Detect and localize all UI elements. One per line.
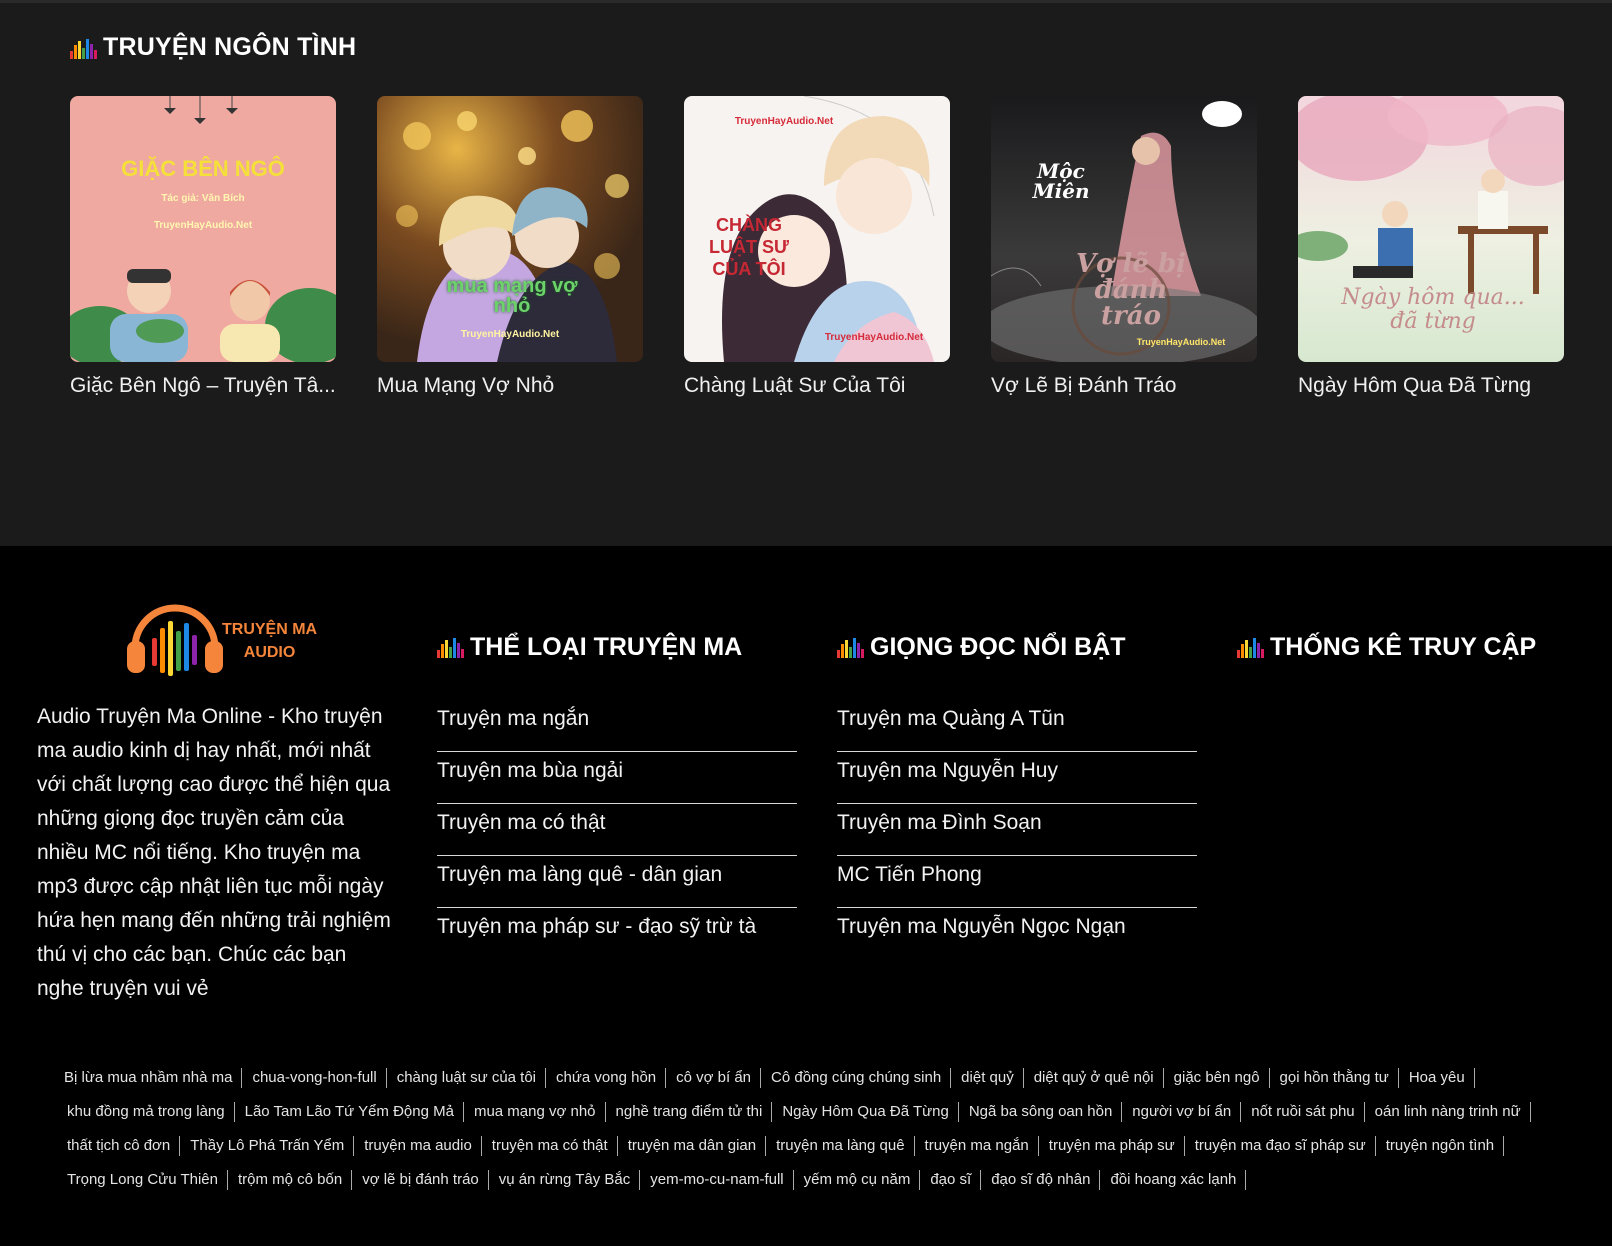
equalizer-icon bbox=[837, 636, 864, 658]
tag-link[interactable]: truyện ma đạo sĩ pháp sư bbox=[1185, 1136, 1376, 1156]
voice-link[interactable]: MC Tiến Phong bbox=[837, 856, 1197, 908]
tag-link[interactable]: truyện ma dân gian bbox=[618, 1136, 767, 1156]
tag-link[interactable]: người vợ bí ẩn bbox=[1122, 1102, 1242, 1122]
story-title[interactable]: Giặc Bên Ngô – Truyện Tâ... bbox=[70, 374, 336, 398]
tag-link[interactable]: truyện ma làng quê bbox=[766, 1136, 915, 1156]
tag-link[interactable]: vụ án rừng Tây Bắc bbox=[489, 1170, 641, 1190]
voice-list: Truyện ma Quàng A Tũn Truyện ma Nguyễn H… bbox=[837, 700, 1197, 960]
tag-link[interactable]: Cô đồng cúng chúng sinh bbox=[761, 1068, 952, 1088]
tag-cloud: Bị lừa mua nhầm nhà ma chua-vong-hon-full… bbox=[57, 1061, 1577, 1197]
tag-link[interactable]: chứa vong hồn bbox=[546, 1068, 667, 1088]
footer: TRUYỆN MA AUDIO Audio Truyện Ma Online -… bbox=[0, 546, 1612, 1246]
voice-link[interactable]: Truyện ma Đình Soạn bbox=[837, 804, 1197, 856]
genre-link[interactable]: Truyện ma ngắn bbox=[437, 700, 797, 752]
tag-link[interactable]: Thầy Lô Phá Trấn Yểm bbox=[180, 1136, 355, 1156]
tag-link[interactable]: Hoa yêu bbox=[1399, 1068, 1475, 1088]
story-title[interactable]: Mua Mạng Vợ Nhỏ bbox=[377, 374, 643, 398]
tag-link[interactable]: cô vợ bí ẩn bbox=[666, 1068, 762, 1088]
story-cover[interactable]: mua mạng vợ nhỏ TruyenHayAudio.Net bbox=[377, 96, 643, 362]
tag-link[interactable]: nốt ruồi sát phu bbox=[1241, 1102, 1365, 1122]
tag-link[interactable]: Trọng Long Cửu Thiên bbox=[57, 1170, 228, 1190]
story-title[interactable]: Ngày Hôm Qua Đã Từng bbox=[1298, 374, 1564, 398]
stats-column: THỐNG KÊ TRUY CẬP bbox=[1237, 630, 1597, 664]
tag-link[interactable]: trộm mộ cô bốn bbox=[228, 1170, 353, 1190]
story-card[interactable]: Ngày hôm qua... đã từng Ngày Hôm Qua Đã … bbox=[1298, 96, 1564, 397]
tag-link[interactable]: Ngày Hôm Qua Đã Từng bbox=[772, 1102, 959, 1122]
tag-link[interactable]: Lão Tam Lão Tứ Yểm Động Mả bbox=[235, 1102, 464, 1122]
tag-link[interactable]: truyện ma ngắn bbox=[915, 1136, 1039, 1156]
story-title[interactable]: Chàng Luật Sư Của Tôi bbox=[684, 374, 950, 398]
stats-title: THỐNG KÊ TRUY CẬP bbox=[1237, 630, 1597, 664]
tag-link[interactable]: đạo sĩ bbox=[920, 1170, 982, 1190]
voice-link[interactable]: Truyện ma Nguyễn Huy bbox=[837, 752, 1197, 804]
voice-link[interactable]: Truyện ma Quàng A Tũn bbox=[837, 700, 1197, 752]
logo-text: TRUYỆN MA AUDIO bbox=[222, 621, 318, 661]
tag-link[interactable]: vợ lẽ bị đánh tráo bbox=[352, 1170, 489, 1190]
tag-link[interactable]: truyện ma audio bbox=[354, 1136, 482, 1156]
tag-link[interactable]: yem-mo-cu-nam-full bbox=[640, 1170, 794, 1190]
genre-link[interactable]: Truyện ma pháp sư - đạo sỹ trừ tà bbox=[437, 908, 797, 960]
story-card[interactable]: mua mạng vợ nhỏ TruyenHayAudio.Net Mua M… bbox=[377, 96, 643, 397]
section-title: TRUYỆN NGÔN TÌNH bbox=[70, 33, 356, 62]
equalizer-icon bbox=[437, 636, 464, 658]
genre-link[interactable]: Truyện ma có thật bbox=[437, 804, 797, 856]
voice-link[interactable]: Truyện ma Nguyễn Ngọc Ngạn bbox=[837, 908, 1197, 960]
story-cover[interactable]: TruyenHayAudio.Net CHÀNG LUẬT SƯ CỦA TÔI… bbox=[684, 96, 950, 362]
genre-link[interactable]: Truyện ma bùa ngải bbox=[437, 752, 797, 804]
genre-list: Truyện ma ngắn Truyện ma bùa ngải Truyện… bbox=[437, 700, 797, 960]
tag-link[interactable]: oán linh nàng trinh nữ bbox=[1365, 1102, 1531, 1122]
tag-link[interactable]: mua mạng vợ nhỏ bbox=[464, 1102, 606, 1122]
voice-title: GIỌNG ĐỌC NỔI BẬT bbox=[837, 630, 1197, 664]
tag-link[interactable]: khu đồng mả trong làng bbox=[57, 1102, 235, 1122]
equalizer-icon bbox=[1237, 636, 1264, 658]
story-cover[interactable]: Mộc Miên Vợ lẽ bị đánh tráo TruyenHayAud… bbox=[991, 96, 1257, 362]
tag-link[interactable]: đồi hoang xác lạnh bbox=[1100, 1170, 1247, 1190]
tag-link[interactable]: Bị lừa mua nhầm nhà ma bbox=[57, 1068, 243, 1088]
tag-link[interactable]: thất tịch cô đơn bbox=[57, 1136, 181, 1156]
tag-link[interactable]: truyện ma có thật bbox=[482, 1136, 618, 1156]
tag-link[interactable]: nghề trang điểm tử thi bbox=[606, 1102, 773, 1122]
tag-link[interactable]: gọi hồn thằng tư bbox=[1270, 1068, 1399, 1088]
story-card[interactable]: TruyenHayAudio.Net CHÀNG LUẬT SƯ CỦA TÔI… bbox=[684, 96, 950, 397]
tag-link[interactable]: chua-vong-hon-full bbox=[242, 1068, 387, 1088]
story-title[interactable]: Vợ Lẽ Bị Đánh Tráo bbox=[991, 374, 1257, 398]
tag-link[interactable]: diệt quỷ ở quê nội bbox=[1024, 1068, 1164, 1088]
story-section: TRUYỆN NGÔN TÌNH GIẶC BÊN NGÔ Tác giả: V… bbox=[0, 0, 1612, 546]
story-cover[interactable]: GIẶC BÊN NGÔ Tác giả: Văn Bích TruyenHay… bbox=[70, 96, 336, 362]
tag-link[interactable]: yếm mộ cụ năm bbox=[794, 1170, 921, 1190]
tag-link[interactable]: truyện ma pháp sư bbox=[1039, 1136, 1185, 1156]
tag-link[interactable]: diệt quỷ bbox=[951, 1068, 1024, 1088]
voice-column: GIỌNG ĐỌC NỔI BẬT Truyện ma Quàng A Tũn … bbox=[837, 630, 1197, 960]
tag-link[interactable]: đạo sĩ độ nhân bbox=[981, 1170, 1101, 1190]
equalizer-icon bbox=[70, 37, 97, 59]
tag-link[interactable]: truyện ngôn tình bbox=[1376, 1136, 1505, 1156]
tag-link[interactable]: giặc bên ngô bbox=[1164, 1068, 1270, 1088]
story-card[interactable]: Mộc Miên Vợ lẽ bị đánh tráo TruyenHayAud… bbox=[991, 96, 1257, 397]
tag-link[interactable]: Ngã ba sông oan hồn bbox=[959, 1102, 1123, 1122]
genre-title: THỂ LOẠI TRUYỆN MA bbox=[437, 630, 797, 664]
story-card[interactable]: GIẶC BÊN NGÔ Tác giả: Văn Bích TruyenHay… bbox=[70, 96, 336, 397]
genre-column: THỂ LOẠI TRUYỆN MA Truyện ma ngắn Truyện… bbox=[437, 630, 797, 960]
about-text: Audio Truyện Ma Online - Kho truyện ma a… bbox=[37, 705, 391, 1000]
story-cover[interactable]: Ngày hôm qua... đã từng bbox=[1298, 96, 1564, 362]
tag-link[interactable]: chàng luật sư của tôi bbox=[387, 1068, 547, 1088]
genre-link[interactable]: Truyện ma làng quê - dân gian bbox=[437, 856, 797, 908]
